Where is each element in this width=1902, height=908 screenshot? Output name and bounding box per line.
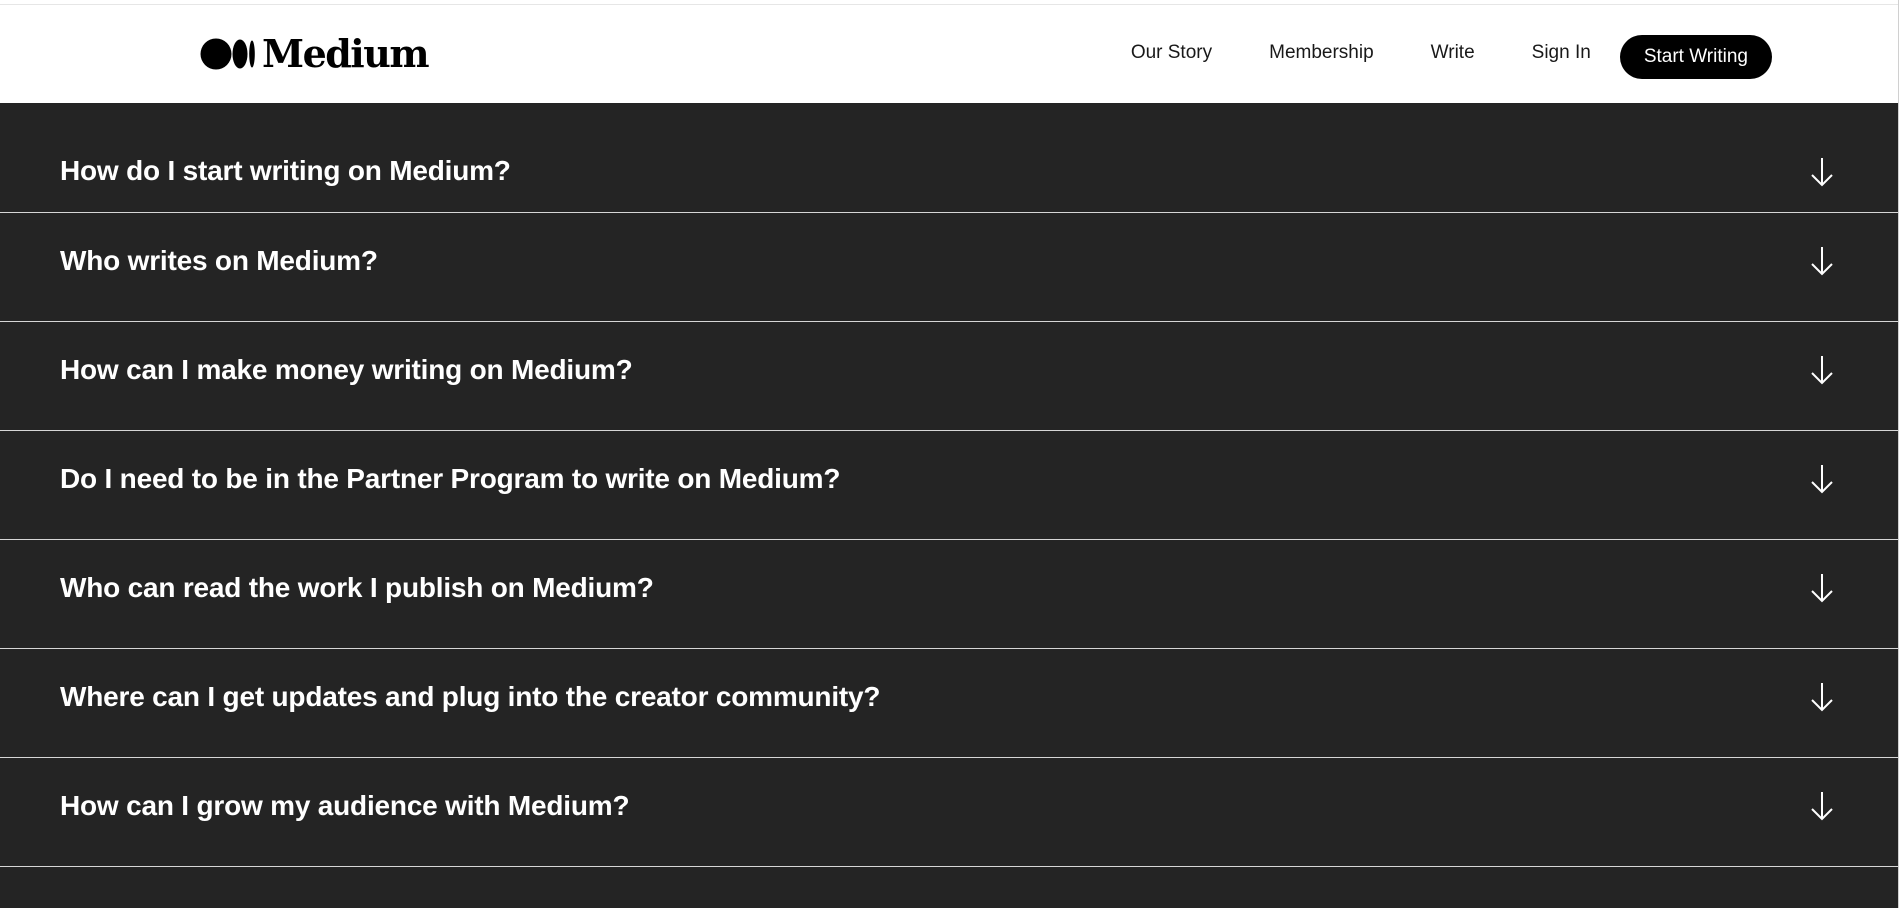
arrow-down-icon[interactable] <box>1810 790 1834 822</box>
faq-question: Who can read the work I publish on Mediu… <box>60 572 654 603</box>
faq-item-updates-community[interactable]: Where can I get updates and plug into th… <box>0 649 1898 758</box>
faq-item-partner-program[interactable]: Do I need to be in the Partner Program t… <box>0 431 1898 540</box>
faq-item-make-money[interactable]: How can I make money writing on Medium? <box>0 322 1898 431</box>
faq-question: Do I need to be in the Partner Program t… <box>60 463 841 494</box>
nav-sign-in[interactable]: Sign In <box>1532 42 1591 64</box>
window-right-edge <box>1898 0 1902 908</box>
nav-write[interactable]: Write <box>1431 42 1475 64</box>
arrow-down-icon[interactable] <box>1810 463 1834 495</box>
faq-question: How do I start writing on Medium? <box>60 155 511 186</box>
faq-item-grow-audience[interactable]: How can I grow my audience with Medium? <box>0 758 1898 867</box>
medium-logo[interactable]: Medium <box>200 31 430 76</box>
faq-item-start-writing[interactable]: How do I start writing on Medium? <box>0 104 1898 213</box>
faq-question: Where can I get updates and plug into th… <box>60 681 881 712</box>
arrow-down-icon[interactable] <box>1810 572 1834 604</box>
medium-logo-icon <box>200 38 256 70</box>
arrow-down-icon[interactable] <box>1810 354 1834 386</box>
logo-wordmark: Medium <box>262 31 430 76</box>
faq-list: How do I start writing on Medium? Who wr… <box>0 104 1898 908</box>
arrow-down-icon[interactable] <box>1810 245 1834 277</box>
start-writing-button[interactable]: Start Writing <box>1619 34 1772 79</box>
arrow-down-icon[interactable] <box>1810 156 1834 188</box>
site-header: Medium Our Story Membership Write Sign I… <box>0 5 1900 104</box>
nav-membership[interactable]: Membership <box>1269 42 1374 64</box>
faq-item-who-can-read[interactable]: Who can read the work I publish on Mediu… <box>0 540 1898 649</box>
faq-question: Who writes on Medium? <box>60 245 378 276</box>
faq-item-who-writes[interactable]: Who writes on Medium? <box>0 213 1898 322</box>
faq-question: How can I grow my audience with Medium? <box>60 790 630 821</box>
page: Medium Our Story Membership Write Sign I… <box>0 0 1902 908</box>
nav-our-story[interactable]: Our Story <box>1131 42 1212 64</box>
arrow-down-icon[interactable] <box>1810 681 1834 713</box>
faq-question: How can I make money writing on Medium? <box>60 354 633 385</box>
top-nav: Our Story Membership Write Sign In Start… <box>1131 34 1772 79</box>
